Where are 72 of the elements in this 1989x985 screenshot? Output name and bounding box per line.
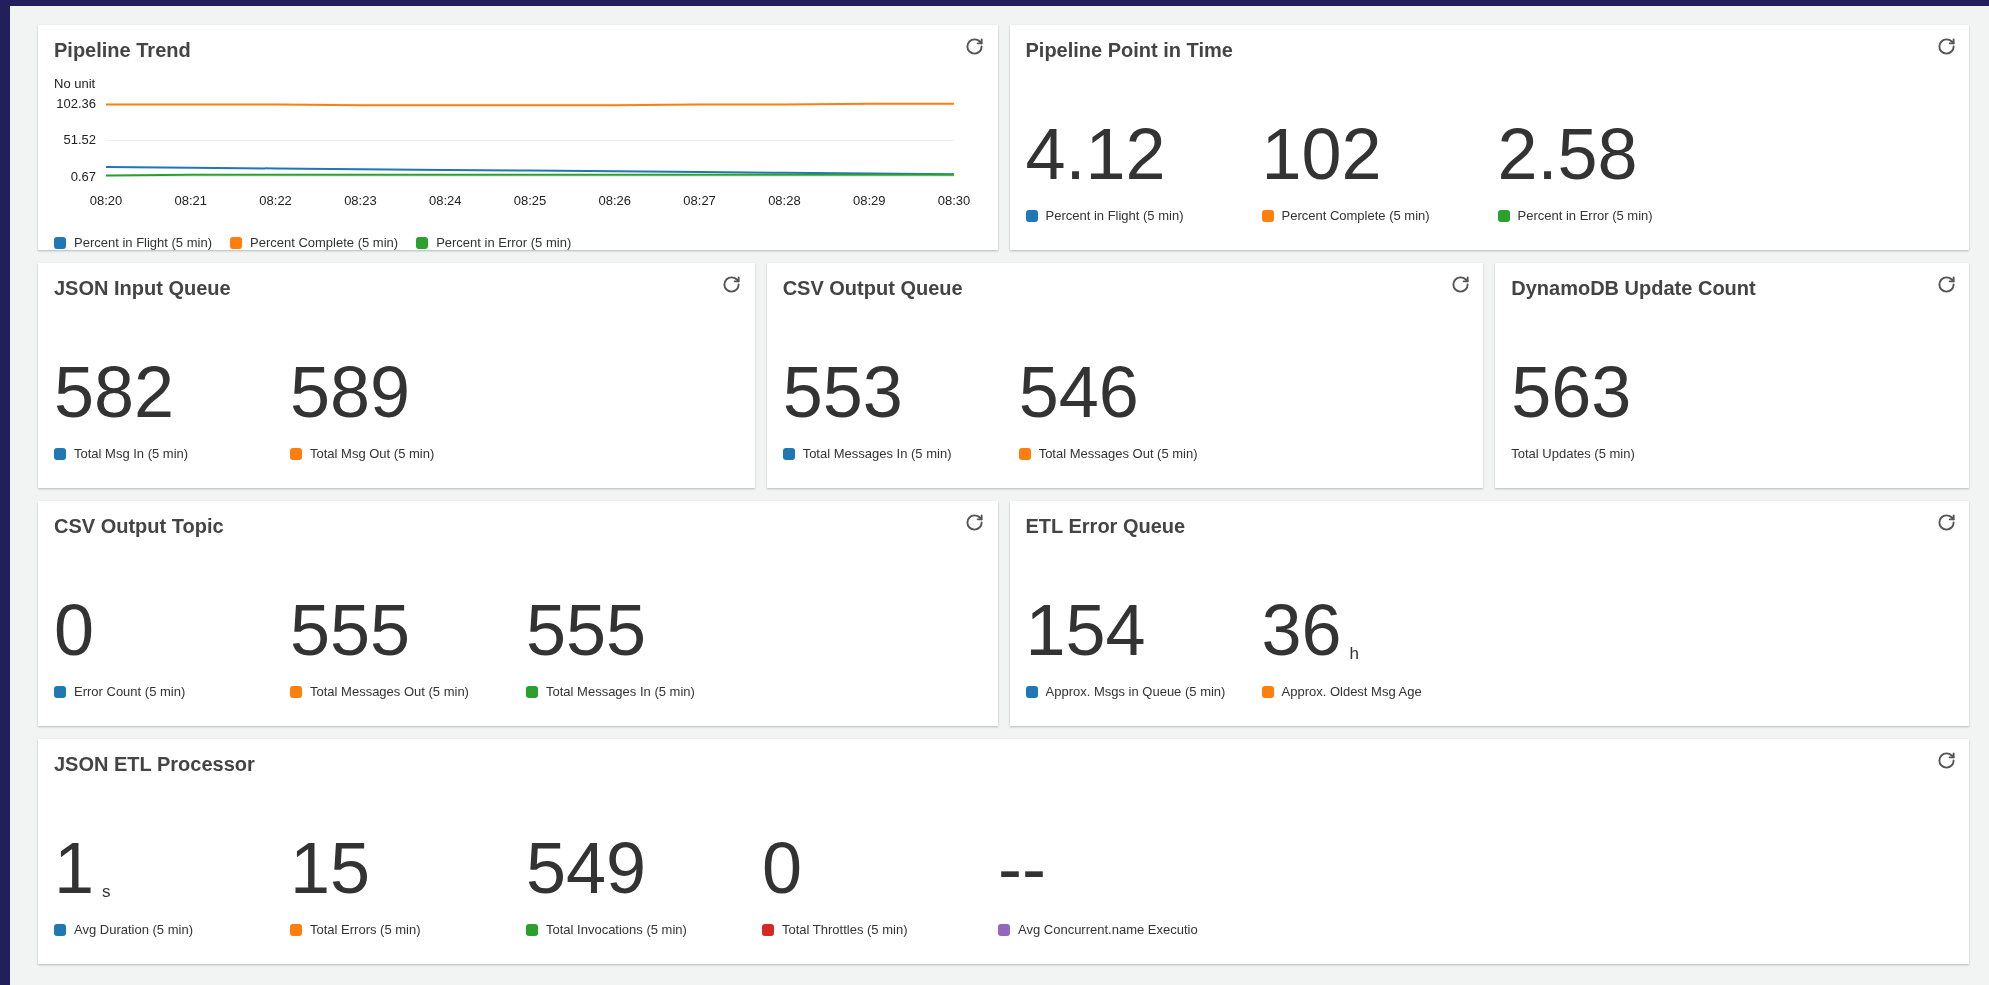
widget-title: CSV Output Topic [54,515,224,538]
legend-label: Percent in Error (5 min) [436,235,572,250]
widget-title: DynamoDB Update Count [1511,277,1756,300]
legend-label: Total Throttles (5 min) [782,922,908,937]
metric-value: 4.12 [1025,118,1166,190]
refresh-button[interactable] [963,511,986,533]
legend-label: Total Messages In (5 min) [546,684,695,699]
metric-value: 555 [526,594,647,666]
legend-label: Error Count (5 min) [74,684,186,699]
legend-label: Percent in Error (5 min) [1517,208,1653,223]
widget-title: JSON Input Queue [54,277,231,300]
metric-value: -- [998,832,1046,904]
refresh-button[interactable] [720,273,743,295]
x-tick-label: 08:24 [428,193,462,208]
x-tick-label: 08:26 [598,193,632,208]
refresh-button[interactable] [1935,273,1957,295]
metric-value: 154 [1025,594,1146,666]
legend-label: Approx. Oldest Msg Age [1281,684,1422,699]
metric-unit: h [1349,644,1360,664]
metric-value: 36 [1261,594,1342,666]
metric-value: 15 [290,832,371,904]
metric-value: 582 [54,356,175,428]
x-tick-label: 08:29 [852,193,886,208]
widget-title: Pipeline Trend [54,39,191,62]
x-tick-label: 08:20 [89,193,123,208]
y-tick-label: 51.52 [63,132,96,148]
metric-value: 549 [526,832,647,904]
y-tick-label: 0.67 [70,168,96,184]
metric-value: 555 [290,594,411,666]
legend-label: Avg Concurrent.name Executio [1018,922,1198,937]
refresh-button[interactable] [1935,35,1957,57]
widget-title: CSV Output Queue [782,277,963,300]
legend-label: Percent in Flight (5 min) [1045,208,1184,223]
legend-label: Total Errors (5 min) [310,922,421,937]
widget-title: Pipeline Point in Time [1025,39,1233,62]
refresh-button[interactable] [1449,273,1472,295]
legend-label: Total Updates (5 min) [1511,446,1635,461]
legend-label: Total Msg In (5 min) [74,446,189,461]
metric-value: 0 [54,594,95,666]
legend-label: Percent Complete (5 min) [250,235,399,250]
x-tick-label: 08:23 [344,193,377,208]
metric-value: 563 [1511,356,1632,428]
legend-label: Percent in Flight (5 min) [74,235,212,250]
legend-label: Total Messages In (5 min) [802,446,952,461]
legend-label: Total Messages Out (5 min) [1038,446,1198,461]
metric-value: 546 [1018,356,1139,428]
legend-label: Approx. Msgs in Queue (5 min) [1045,684,1226,699]
legend-label: Avg Duration (5 min) [74,922,193,937]
legend-label: Total Invocations (5 min) [546,922,687,937]
widget-title: ETL Error Queue [1025,515,1186,538]
refresh-button[interactable] [1935,511,1957,533]
metric-unit: s [102,882,111,902]
x-tick-label: 08:28 [768,193,801,208]
metric-value: 589 [290,356,411,428]
metric-value: 0 [762,832,803,904]
refresh-button[interactable] [963,35,986,57]
x-tick-label: 08:30 [937,193,971,208]
x-tick-label: 08:22 [259,193,292,208]
metric-value: 553 [782,356,903,428]
x-tick-label: 08:27 [683,193,716,208]
axis-unit-label: No unit [54,76,97,91]
legend-label: Total Messages Out (5 min) [310,684,469,699]
x-tick-label: 08:21 [174,193,208,208]
x-tick-label: 08:25 [513,193,547,208]
refresh-button[interactable] [1935,749,1957,771]
metric-value: 1 [54,832,95,904]
widget-title: JSON ETL Processor [54,753,255,776]
metric-value: 2.58 [1497,118,1638,190]
legend-label: Total Msg Out (5 min) [310,446,435,461]
metric-value: 102 [1261,118,1382,190]
legend-label: Percent Complete (5 min) [1281,208,1430,223]
y-tick-label: 102.36 [56,96,96,112]
